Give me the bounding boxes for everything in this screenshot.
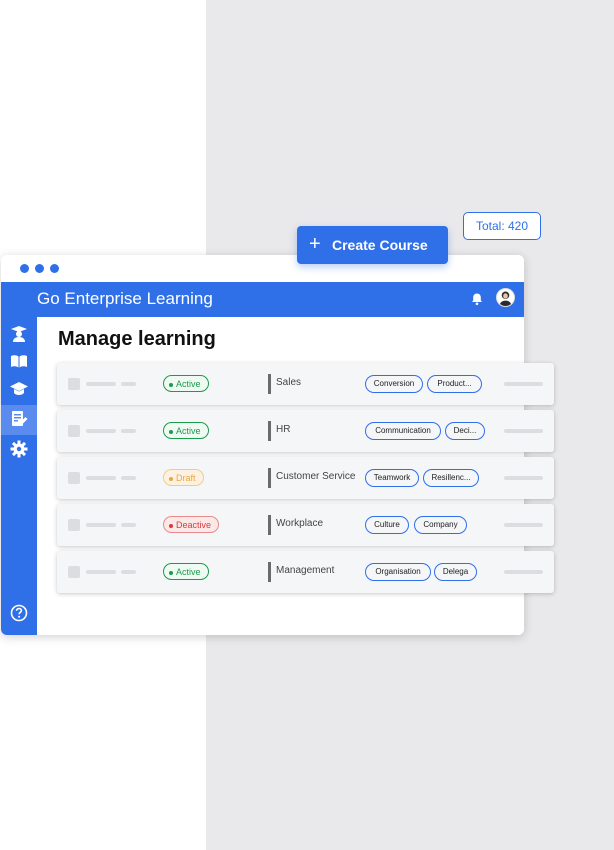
tag-chip[interactable]: Deci... [445, 422, 485, 440]
avatar-image [499, 291, 512, 306]
placeholder-bar [86, 523, 116, 527]
tag-chip[interactable]: Company [414, 516, 467, 534]
status-badge: Active [163, 422, 209, 439]
tag-chip[interactable]: Conversion [365, 375, 423, 393]
user-avatar[interactable] [496, 288, 515, 307]
table-row[interactable]: Active Management Organisation Delega [57, 551, 554, 593]
row-checkbox[interactable] [68, 472, 80, 484]
table-row[interactable]: Draft Customer Service Teamwork Resillen… [57, 457, 554, 499]
status-badge: Draft [163, 469, 204, 486]
category-divider [268, 421, 271, 441]
status-badge: Deactive [163, 516, 220, 533]
placeholder-bar [86, 476, 116, 480]
placeholder-bar [86, 429, 116, 433]
book-icon[interactable] [9, 351, 29, 371]
placeholder-bar [121, 476, 136, 480]
placeholder-bar [121, 429, 136, 433]
placeholder-bar [86, 382, 116, 386]
create-course-button[interactable]: + Create Course [297, 226, 448, 264]
window-dot [50, 264, 59, 273]
bell-icon[interactable] [470, 292, 484, 306]
category-label: Management [276, 565, 335, 576]
category-divider [268, 468, 271, 488]
row-checkbox[interactable] [68, 519, 80, 531]
edit-document-icon[interactable] [9, 409, 29, 429]
tag-chip[interactable]: Product... [427, 375, 482, 393]
placeholder-bar [504, 570, 543, 574]
placeholder-bar [121, 382, 136, 386]
category-label: Customer Service [276, 471, 356, 482]
table-row[interactable]: Active Sales Conversion Product... [57, 363, 554, 405]
row-checkbox[interactable] [68, 566, 80, 578]
table-row[interactable]: Deactive Workplace Culture Company [57, 504, 554, 546]
tag-chip[interactable]: Resillenc... [423, 469, 479, 487]
total-count-badge: Total: 420 [463, 212, 541, 240]
placeholder-bar [504, 476, 543, 480]
tag-chip[interactable]: Teamwork [365, 469, 419, 487]
plus-icon: + [309, 233, 321, 255]
page-title: Manage learning [58, 328, 216, 350]
table-row[interactable]: Active HR Communication Deci... [57, 410, 554, 452]
category-divider [268, 562, 271, 582]
status-badge: Active [163, 375, 209, 392]
tag-chip[interactable]: Culture [365, 516, 409, 534]
window-dot [35, 264, 44, 273]
graduate-icon[interactable] [9, 323, 29, 343]
placeholder-bar [121, 523, 136, 527]
tag-chip[interactable]: Organisation [365, 563, 431, 581]
create-course-label: Create Course [332, 237, 428, 253]
row-checkbox[interactable] [68, 425, 80, 437]
category-label: Sales [276, 377, 302, 388]
category-label: Workplace [276, 518, 324, 529]
category-label: HR [276, 424, 291, 435]
sidebar [1, 317, 37, 635]
app-title: Go Enterprise Learning [37, 289, 213, 308]
placeholder-bar [504, 523, 543, 527]
placeholder-bar [86, 570, 116, 574]
help-icon[interactable] [9, 603, 29, 623]
window-dot [20, 264, 29, 273]
status-badge: Active [163, 563, 209, 580]
tag-chip[interactable]: Communication [365, 422, 441, 440]
placeholder-bar [504, 382, 543, 386]
app-header: Go Enterprise Learning [1, 282, 524, 317]
tag-chip[interactable]: Delega [434, 563, 477, 581]
placeholder-bar [121, 570, 136, 574]
category-divider [268, 374, 271, 394]
placeholder-bar [504, 429, 543, 433]
row-checkbox[interactable] [68, 378, 80, 390]
category-divider [268, 515, 271, 535]
mortarboard-icon[interactable] [9, 379, 29, 399]
gear-icon[interactable] [9, 439, 29, 459]
